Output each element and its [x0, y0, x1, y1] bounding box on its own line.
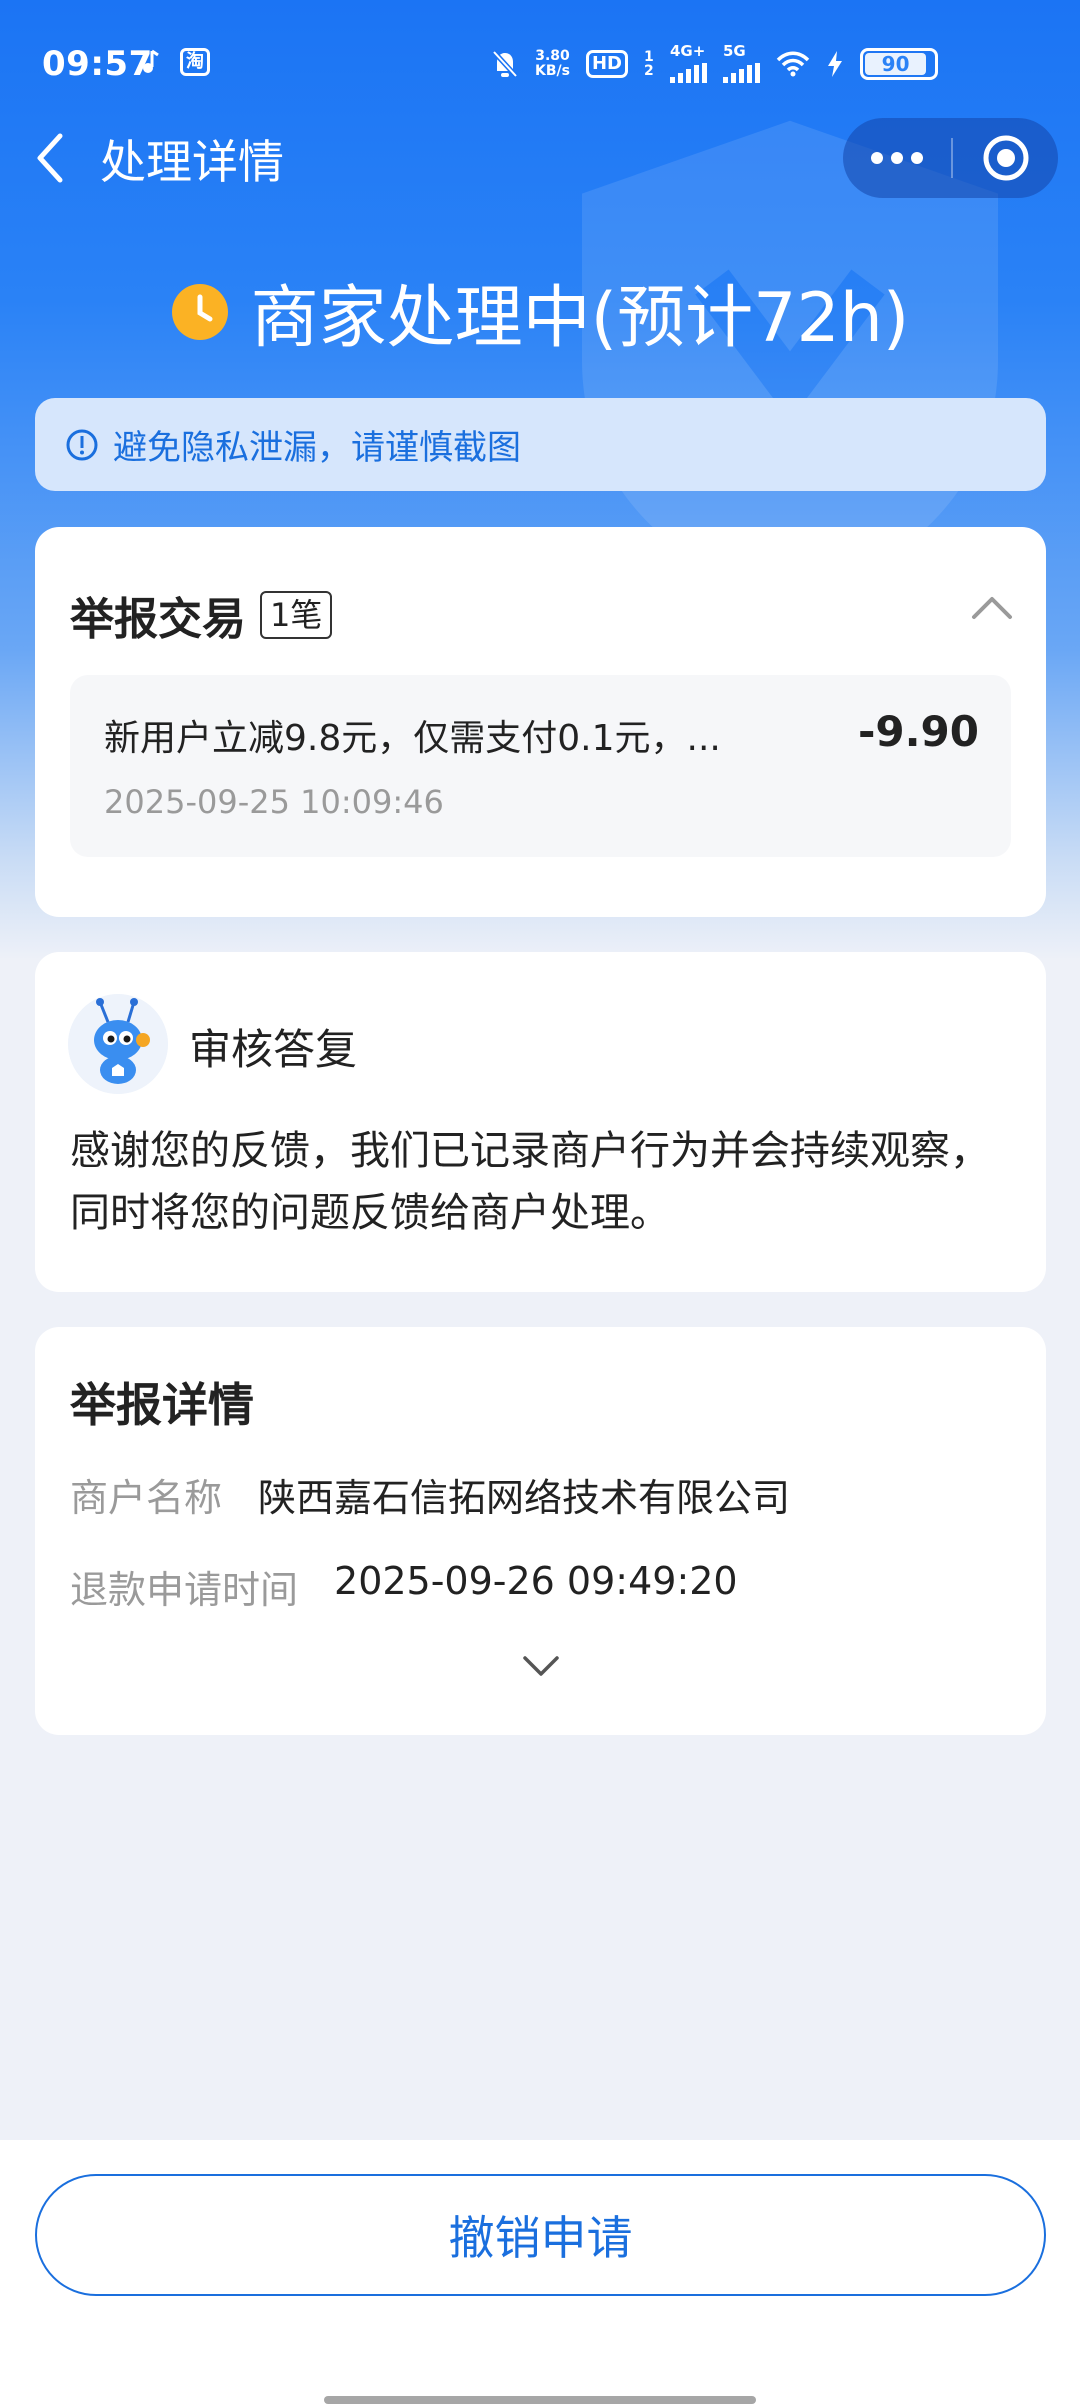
mini-program-capsule	[843, 118, 1058, 198]
merchant-value: 陕西嘉石信拓网络技术有限公司	[258, 1476, 791, 1520]
processing-status: 商家处理中(预计72h)	[0, 262, 1080, 361]
collapse-chevron-up-icon[interactable]	[970, 593, 1014, 623]
charging-icon	[828, 50, 842, 77]
hd-sub: 1 2	[644, 48, 654, 79]
trade-amount: -9.90	[857, 707, 979, 756]
trade-description: 新用户立减9.8元，仅需支付0.1元，...	[104, 718, 721, 759]
taobao-icon: 淘	[180, 48, 210, 76]
home-indicator[interactable]	[324, 2396, 756, 2404]
trade-header: 举报交易 1笔	[70, 583, 333, 647]
refund-time-row: 退款申请时间 2025-09-26 09:49:20	[70, 1559, 738, 1614]
signal-5g-icon: 5G	[723, 44, 760, 83]
hd-icon: HD	[585, 49, 628, 78]
music-icon	[143, 49, 159, 73]
app-screen: 09:57 淘 3.80 KB/s HD 1 2 4G+ 5G 90 处理详情 …	[0, 0, 1080, 2408]
more-button[interactable]	[843, 118, 951, 198]
net-4g-label: 4G+	[670, 42, 706, 60]
net-speed-unit: KB/s	[535, 62, 570, 79]
trade-time: 2025-09-25 10:09:46	[104, 783, 444, 821]
status-text: 商家处理中(预计72h)	[250, 279, 910, 358]
detail-title: 举报详情	[70, 1378, 254, 1432]
ant-mascot-icon	[68, 994, 168, 1094]
avatar	[68, 994, 168, 1094]
review-reply-card: 审核答复 感谢您的反馈，我们已记录商户行为并会持续观察，同时将您的问题反馈给商户…	[35, 952, 1046, 1292]
reported-trade-card: 举报交易 1笔 新用户立减9.8元，仅需支付0.1元，... -9.90 202…	[35, 527, 1046, 917]
close-button[interactable]	[953, 118, 1058, 198]
net-5g-label: 5G	[723, 42, 746, 60]
refund-time-value: 2025-09-26 09:49:20	[334, 1559, 738, 1603]
status-left-icons: 淘	[142, 48, 210, 76]
merchant-label: 商户名称	[70, 1476, 223, 1520]
net-speed: 3.80 KB/s	[535, 47, 570, 79]
reply-title: 审核答复	[189, 1025, 358, 1074]
trade-count-badge: 1笔	[260, 591, 333, 639]
expand-chevron-down-icon[interactable]	[521, 1653, 561, 1679]
status-bar: 09:57 淘 3.80 KB/s HD 1 2 4G+ 5G 90	[0, 0, 1080, 125]
close-target-icon	[983, 135, 1028, 181]
hd-label: HD	[591, 52, 622, 74]
wifi-icon	[776, 51, 810, 76]
signal-4g-icon: 4G+	[670, 44, 707, 83]
info-circle-icon	[66, 429, 98, 460]
reply-body: 感谢您的反馈，我们已记录商户行为并会持续观察，同时将您的问题反馈给商户处理。	[70, 1128, 990, 1236]
status-time: 09:57	[42, 44, 153, 84]
bottom-action-bar: 撤销申请	[0, 2140, 1080, 2408]
refund-time-label: 退款申请时间	[70, 1568, 299, 1612]
merchant-row: 商户名称 陕西嘉石信拓网络技术有限公司	[70, 1467, 790, 1522]
more-dots-icon	[871, 152, 923, 164]
trade-item[interactable]: 新用户立减9.8元，仅需支付0.1元，... -9.90 2025-09-25 …	[70, 675, 1011, 857]
privacy-notice: 避免隐私泄漏，请谨慎截图	[35, 398, 1046, 491]
battery-level: 90	[881, 52, 910, 76]
page-title: 处理详情	[100, 135, 284, 189]
clock-icon	[171, 283, 228, 340]
net-speed-value: 3.80	[535, 47, 570, 64]
bell-off-icon	[492, 49, 518, 78]
notice-text: 避免隐私泄漏，请谨慎截图	[113, 428, 521, 468]
report-details-card: 举报详情 商户名称 陕西嘉石信拓网络技术有限公司 退款申请时间 2025-09-…	[35, 1327, 1046, 1735]
cancel-request-button[interactable]: 撤销申请	[35, 2174, 1046, 2296]
trade-title: 举报交易	[70, 594, 246, 645]
battery-fill: 90	[865, 52, 927, 76]
battery-icon: 90	[860, 48, 938, 80]
back-chevron-icon[interactable]	[28, 128, 72, 188]
